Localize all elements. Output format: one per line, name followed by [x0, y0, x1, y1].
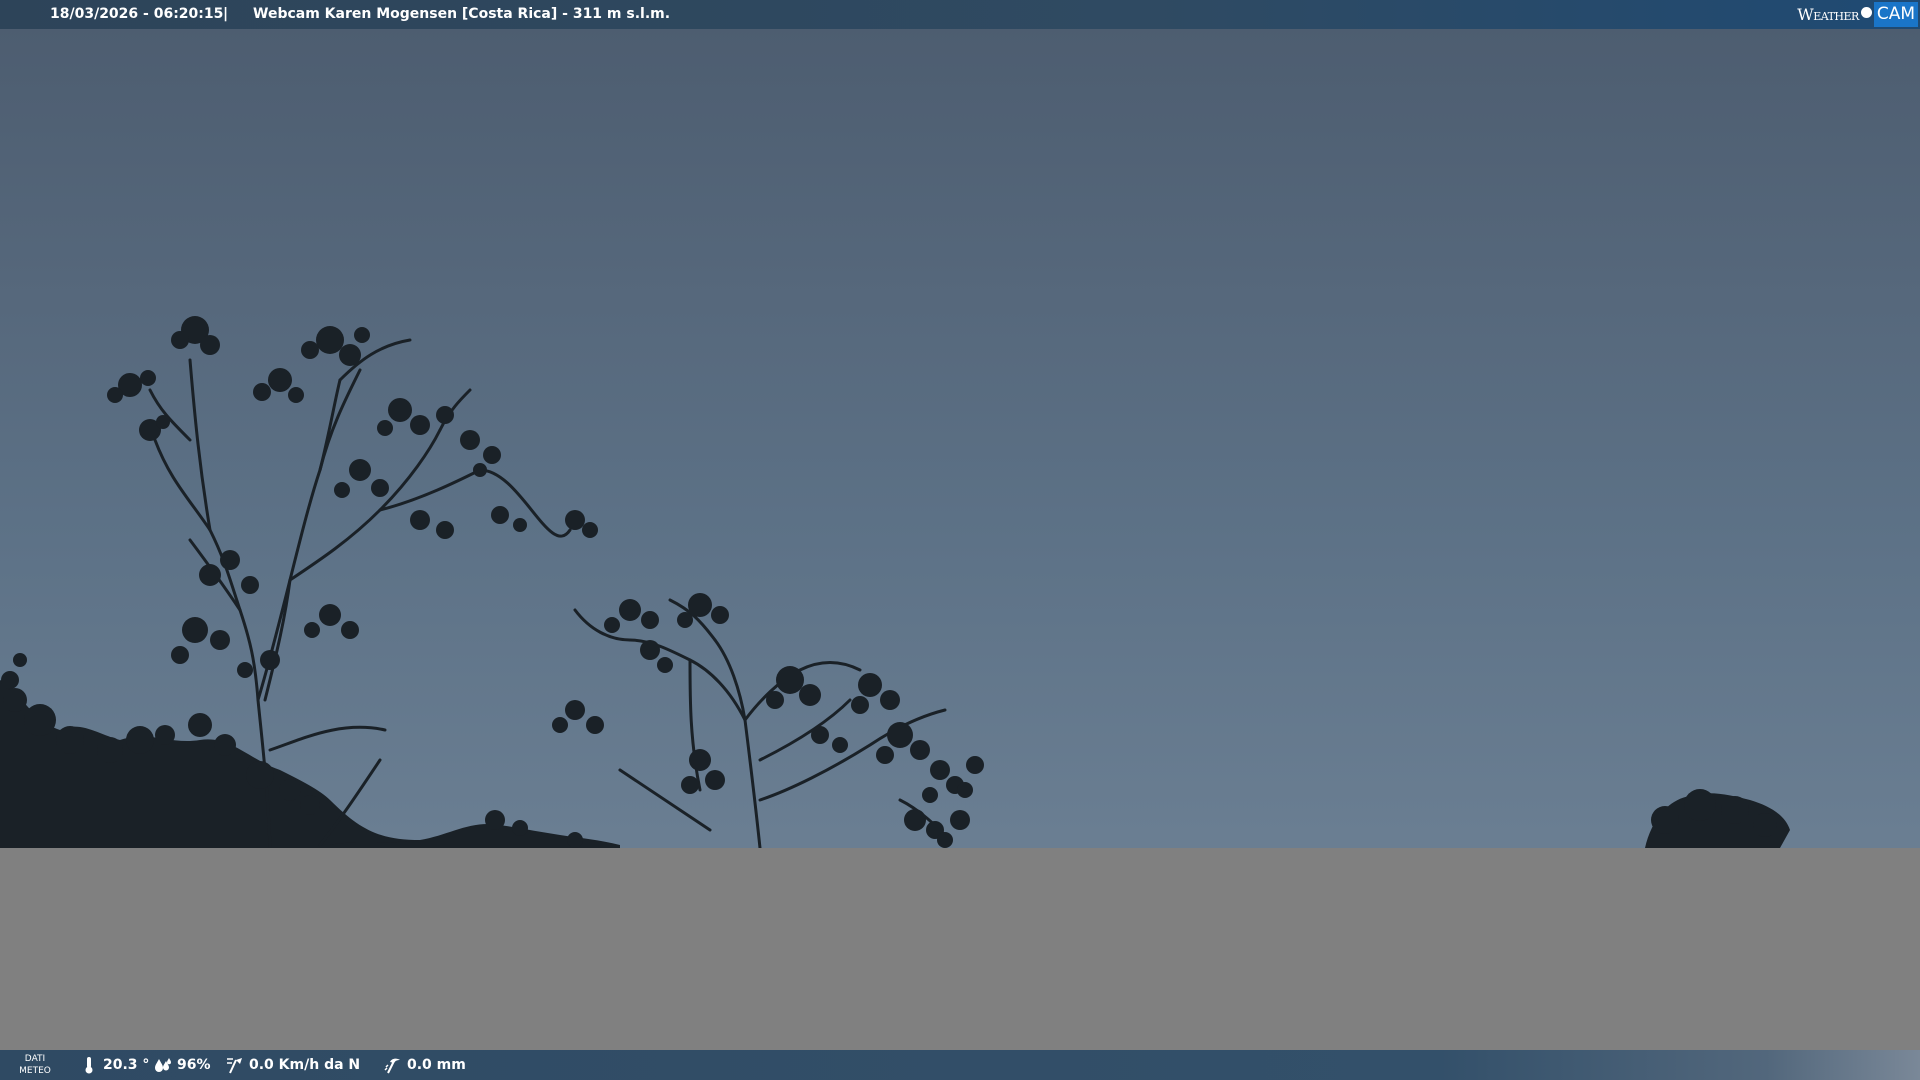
- humidity-icon: [154, 1055, 172, 1075]
- timestamp: 18/03/2026 - 06:20:15: [50, 6, 224, 22]
- temperature-reading: 20.3 °: [80, 1050, 149, 1080]
- weather-data-bar: DATI METEO 20.3 ° 96% 0.0 Km/h da N 0.0 …: [0, 1050, 1920, 1080]
- webcam-viewer: 18/03/2026 - 06:20:15 | Webcam Karen Mog…: [0, 0, 1920, 1080]
- wind-value: 0.0 Km/h da N: [249, 1057, 361, 1073]
- wind-icon: [226, 1055, 244, 1075]
- header-separator: |: [223, 6, 229, 22]
- header-bar: 18/03/2026 - 06:20:15 | Webcam Karen Mog…: [0, 0, 1920, 29]
- rain-icon: [384, 1055, 402, 1075]
- brand-cam-text: CAM: [1873, 2, 1918, 27]
- rain-reading: 0.0 mm: [384, 1050, 466, 1080]
- webcam-image: [0, 0, 1920, 1080]
- humidity-value: 96%: [177, 1057, 211, 1073]
- weather-data-label: DATI METEO: [19, 1054, 51, 1076]
- thermometer-icon: [80, 1055, 98, 1075]
- brand-dot-icon: [1860, 7, 1872, 18]
- rain-value: 0.0 mm: [407, 1057, 466, 1073]
- wind-reading: 0.0 Km/h da N: [226, 1050, 360, 1080]
- temperature-value: 20.3 °: [103, 1057, 150, 1073]
- webcam-title: Webcam Karen Mogensen [Costa Rica] - 311…: [253, 6, 671, 22]
- missing-image-area: [0, 848, 1920, 1080]
- humidity-reading: 96%: [154, 1050, 211, 1080]
- weathercam-logo[interactable]: Weather CAM: [1797, 0, 1920, 29]
- brand-weather-text: Weather: [1797, 5, 1859, 24]
